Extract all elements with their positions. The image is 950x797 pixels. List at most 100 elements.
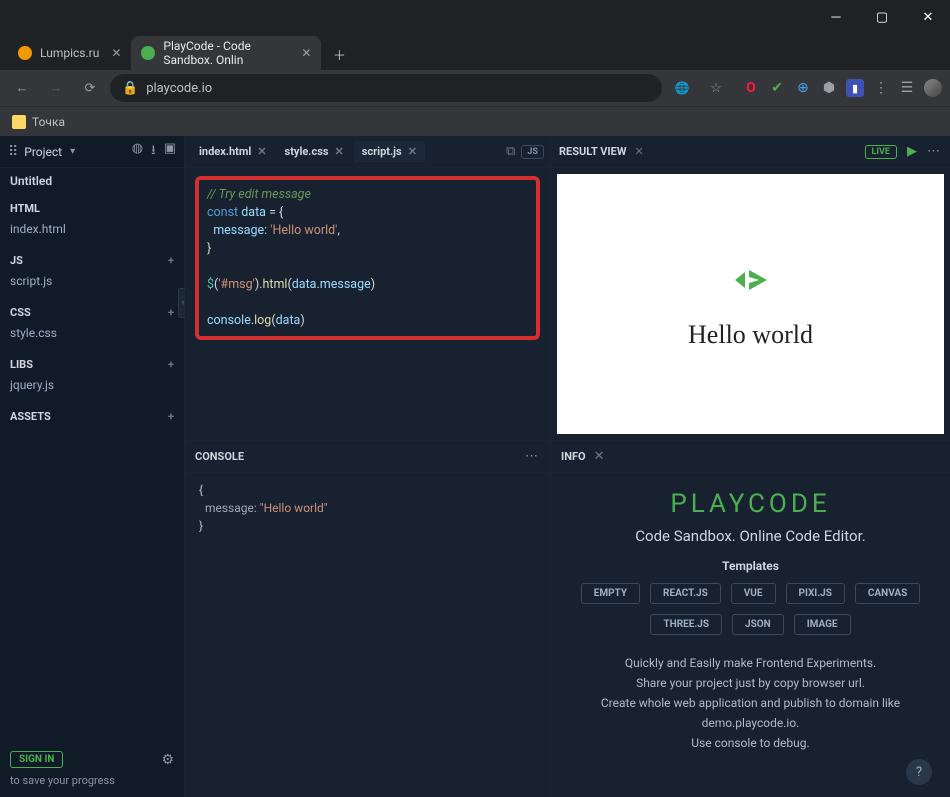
result-output: Hello world [688,320,813,350]
sidebar-section-head[interactable]: ASSETS+ [0,406,184,427]
nav-forward-button[interactable]: → [42,74,70,102]
templates-heading: Templates [567,559,934,573]
lock-icon: 🔒 [122,81,138,96]
browser-toolbar: ← → ⟳ 🔒 playcode.io 🌐 ☆ O ✔ ⊕ ⬢ ▮ ⋮ ☰ [0,70,950,106]
playcode-logo-icon [729,258,773,302]
profile-avatar[interactable] [924,79,942,97]
download-icon[interactable]: ⭳ [151,141,156,163]
info-pane: INFO ✕ PLAYCODE Code Sandbox. Online Cod… [550,441,950,797]
settings-gear-icon[interactable]: ⚙ [161,752,174,768]
terminal-icon[interactable]: ▣ [164,141,176,163]
window-titlebar: ─ ▢ ✕ [0,0,950,34]
tab-close-icon[interactable]: ✕ [301,46,311,60]
editor-tab[interactable]: style.css✕ [277,141,352,162]
more-icon[interactable]: ⋯ [927,144,942,159]
blurb-line: Use console to debug. [567,733,934,753]
project-label[interactable]: Project [24,145,62,159]
sidebar-file[interactable]: jquery.js [0,375,184,398]
result-title: RESULT VIEW [559,145,626,158]
result-iframe: Hello world [557,174,944,434]
template-button[interactable]: VUE [731,583,776,604]
help-button[interactable]: ? [906,759,932,785]
window-maximize[interactable]: ▢ [868,3,896,31]
tab-close-icon[interactable]: ✕ [257,145,266,158]
ext-opera-icon[interactable]: O [742,79,760,97]
add-file-button[interactable]: + [168,410,174,423]
window-close[interactable]: ✕ [914,3,942,31]
nav-reload-button[interactable]: ⟳ [76,74,104,102]
signin-button[interactable]: SIGN IN [10,751,63,768]
sidebar-section-head[interactable]: JS+ [0,250,184,271]
blurb-line: Share your project just by copy browser … [567,673,934,693]
browser-tab-0[interactable]: Lumpics.ru ✕ [8,36,131,70]
bookmark-folder-icon [12,115,26,129]
code-highlight-box: // Try edit message const data = { messa… [195,176,540,340]
main-area: ‹ index.html✕style.css✕script.js✕ ⧉ JS /… [185,136,950,797]
template-button[interactable]: CANVAS [855,583,920,604]
tab-title: PlayCode - Code Sandbox. Onlin [163,39,289,67]
lang-pill[interactable]: JS [521,145,544,159]
project-title: Untitled [0,168,184,194]
save-hint: to save your progress [10,774,174,787]
close-icon[interactable]: ✕ [594,449,605,464]
info-title: INFO [561,450,586,463]
close-icon[interactable]: ✕ [634,145,643,158]
ext-check-icon[interactable]: ✔ [768,79,786,97]
sidebar-section-head[interactable]: HTML [0,198,184,219]
ext-cube-icon[interactable]: ⬢ [820,79,838,97]
add-file-button[interactable]: + [168,254,174,267]
add-file-button[interactable]: + [168,306,174,319]
blurb-line: Create whole web application and publish… [567,693,934,733]
editor-tab[interactable]: index.html✕ [191,141,275,162]
caret-down-icon[interactable]: ▾ [70,146,75,157]
live-badge[interactable]: LIVE [865,145,897,159]
favicon-icon [18,46,32,60]
console-title: CONSOLE [195,450,244,463]
ext-more-icon[interactable]: ⋮ [872,79,890,97]
browser-tab-1[interactable]: PlayCode - Code Sandbox. Onlin ✕ [131,36,321,70]
bookmark-item[interactable]: Точка [32,115,65,129]
template-button[interactable]: EMPTY [581,583,640,604]
browser-tabstrip: Lumpics.ru ✕ PlayCode - Code Sandbox. On… [0,34,950,70]
extension-icons: O ✔ ⊕ ⬢ ▮ ⋮ ☰ [736,79,942,97]
translate-icon[interactable]: 🌐 [668,74,696,102]
template-button[interactable]: IMAGE [794,614,851,635]
tab-close-icon[interactable]: ✕ [408,145,417,158]
brand-logo: PLAYCODE [567,489,934,519]
editor-tabs: index.html✕style.css✕script.js✕ ⧉ JS [185,136,550,168]
ext-bolt-icon[interactable]: ▮ [846,79,864,97]
code-editor[interactable]: // Try edit message const data = { messa… [185,168,550,440]
favicon-icon [141,46,155,60]
template-button[interactable]: THREE.JS [650,614,722,635]
tab-close-icon[interactable]: ✕ [111,46,121,60]
more-icon[interactable]: ⋯ [525,449,540,464]
sidebar-file[interactable]: style.css [0,323,184,346]
tab-close-icon[interactable]: ✕ [335,145,344,158]
blurb-line: Quickly and Easily make Frontend Experim… [567,653,934,673]
url-text: playcode.io [146,81,212,96]
add-file-button[interactable]: + [168,358,174,371]
copy-icon[interactable]: ⧉ [506,144,515,159]
editor-tab[interactable]: script.js✕ [354,141,425,162]
template-button[interactable]: REACT.JS [650,583,721,604]
sidebar-section-head[interactable]: CSS+ [0,302,184,323]
grid-icon[interactable]: ⠿ [8,144,18,160]
reading-list-icon[interactable]: ☰ [898,79,916,97]
sidebar-file[interactable]: index.html [0,219,184,242]
address-bar[interactable]: 🔒 playcode.io [110,74,662,102]
sidebar-section-head[interactable]: LIBS+ [0,354,184,375]
play-icon[interactable]: ▶ [907,144,917,159]
globe-icon[interactable]: ◍ [132,141,143,163]
playcode-app: ⠿ Project ▾ ◍ ⭳ ▣ Untitled HTMLindex.htm… [0,136,950,797]
result-pane: RESULT VIEW ✕ LIVE ▶ ⋯ Hello world [550,136,950,440]
console-pane: CONSOLE ⋯ { message: "Hello world" } [185,441,550,797]
nav-back-button[interactable]: ← [8,74,36,102]
new-tab-button[interactable]: ＋ [325,40,353,68]
console-output[interactable]: { message: "Hello world" } [185,473,550,797]
sidebar-file[interactable]: script.js [0,271,184,294]
bookmark-star-icon[interactable]: ☆ [702,74,730,102]
template-button[interactable]: PIXI.JS [786,583,845,604]
template-button[interactable]: JSON [732,614,784,635]
window-minimize[interactable]: ─ [822,3,850,31]
ext-globe-icon[interactable]: ⊕ [794,79,812,97]
